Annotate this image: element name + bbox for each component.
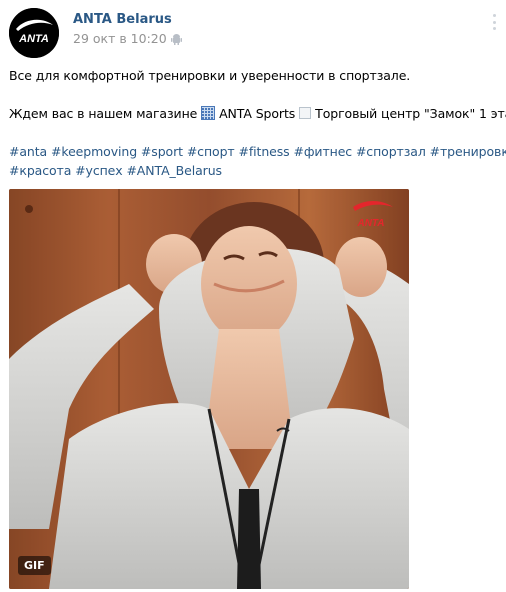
hashtag-link[interactable]: #спортзал xyxy=(356,144,426,159)
community-avatar[interactable]: ANTA xyxy=(9,8,59,58)
hashtag-link[interactable]: #спорт xyxy=(187,144,235,159)
store-name: ANTA Sports xyxy=(219,106,296,121)
gif-badge: GIF xyxy=(18,556,51,575)
post-text-line: Все для комфортной тренировки и уверенно… xyxy=(9,68,411,83)
hashtag-link[interactable]: #красота xyxy=(9,163,71,178)
post-text: Все для комфортной тренировки и уверенно… xyxy=(9,66,506,180)
anta-logo-icon: ANTA xyxy=(9,8,59,58)
hashtag-link[interactable]: #sport xyxy=(141,144,183,159)
post-meta: 29 окт в 10:20 xyxy=(73,31,182,46)
post-gif-media[interactable]: ANTA xyxy=(9,189,409,589)
post-author[interactable]: ANTA Belarus xyxy=(73,12,172,27)
dot-icon xyxy=(492,14,496,17)
media-logo-text: ANTA xyxy=(356,218,384,229)
gif-image: ANTA xyxy=(9,189,409,589)
hashtag-link[interactable]: #тренировка xyxy=(430,144,506,159)
post-text-store-line: Ждем вас в нашем магазине ANTA Sports Тор… xyxy=(9,104,506,123)
dot-icon xyxy=(492,27,496,30)
hashtag-link[interactable]: #фитнес xyxy=(293,144,352,159)
dot-icon xyxy=(492,20,496,24)
post-date[interactable]: 29 окт в 10:20 xyxy=(73,31,167,46)
post-actions-menu-button[interactable] xyxy=(492,14,496,30)
store-location: Торговый центр "Замок" 1 этаж xyxy=(315,106,506,121)
hashtags-row: #anta #keepmoving #sport #спорт #fitness… xyxy=(9,142,506,161)
hashtag-link[interactable]: #anta xyxy=(9,144,47,159)
building-emoji-icon xyxy=(201,106,216,120)
hashtag-link[interactable]: #fitness xyxy=(238,144,289,159)
hashtag-link[interactable]: #ANTA_Belarus xyxy=(126,163,222,178)
android-icon xyxy=(170,33,182,45)
hashtag-link[interactable]: #успех xyxy=(75,163,123,178)
missing-emoji-icon xyxy=(299,107,312,119)
wall-post: ANTA ANTA Belarus 29 окт в 10:20 Все для… xyxy=(0,0,506,592)
hashtags-row: #красота #успех #ANTA_Belarus xyxy=(9,161,499,180)
hashtag-link[interactable]: #keepmoving xyxy=(51,144,137,159)
avatar-logo-text: ANTA xyxy=(18,33,49,45)
store-prefix: Ждем вас в нашем магазине xyxy=(9,106,198,121)
